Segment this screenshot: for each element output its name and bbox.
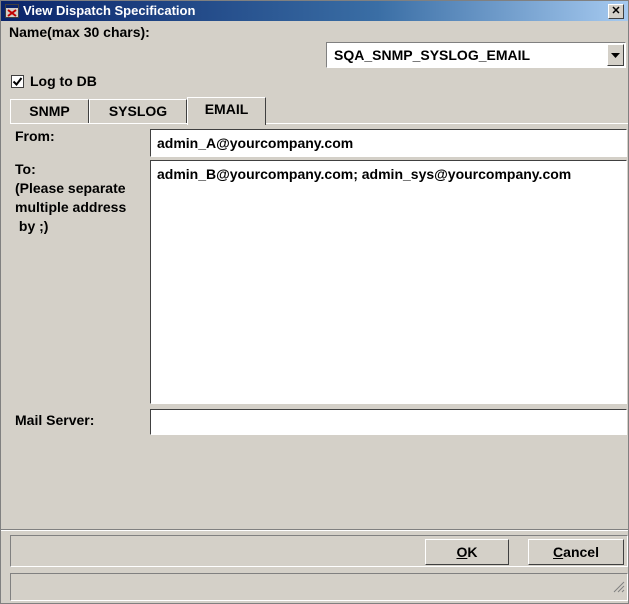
from-field[interactable]: admin_A@yourcompany.com — [150, 129, 627, 157]
to-field[interactable]: admin_B@yourcompany.com; admin_sys@yourc… — [150, 160, 627, 404]
to-label-line-2: (Please separate — [15, 180, 126, 196]
to-label-line-1: To: — [15, 161, 36, 177]
name-select-value: SQA_SNMP_SYSLOG_EMAIL — [334, 47, 531, 63]
log-to-db-label: Log to DB — [30, 73, 97, 89]
close-icon[interactable]: ✕ — [608, 4, 624, 19]
to-label-line-3: multiple address — [15, 199, 127, 215]
cancel-mnemonic: C — [553, 544, 564, 560]
app-window-icon — [5, 4, 19, 18]
tab-snmp[interactable]: SNMP — [10, 99, 89, 123]
status-bar — [10, 573, 628, 601]
log-to-db-checkbox[interactable] — [11, 75, 24, 88]
resize-grip-icon[interactable] — [613, 580, 625, 598]
dialog-window: View Dispatch Specification ✕ Name(max 3… — [0, 0, 629, 604]
window-title: View Dispatch Specification — [23, 3, 196, 18]
checkmark-icon — [12, 77, 23, 87]
name-label: Name(max 30 chars): — [9, 24, 150, 40]
divider — [1, 529, 628, 531]
from-label: From: — [15, 128, 55, 144]
ok-button[interactable]: OK — [425, 539, 509, 565]
mail-server-field[interactable] — [150, 409, 627, 435]
mail-server-label: Mail Server: — [15, 412, 95, 428]
ok-label-rest: K — [467, 544, 478, 560]
tab-email[interactable]: EMAIL — [187, 97, 266, 125]
tab-syslog[interactable]: SYSLOG — [89, 99, 187, 123]
dropdown-arrow-icon[interactable] — [607, 44, 624, 66]
cancel-button[interactable]: Cancel — [528, 539, 624, 565]
cancel-label-rest: ancel — [563, 544, 599, 560]
name-select[interactable]: SQA_SNMP_SYSLOG_EMAIL — [326, 42, 626, 68]
ok-mnemonic: O — [456, 544, 468, 560]
title-bar[interactable]: View Dispatch Specification ✕ — [1, 1, 628, 21]
to-label-line-4: by ;) — [15, 218, 49, 234]
